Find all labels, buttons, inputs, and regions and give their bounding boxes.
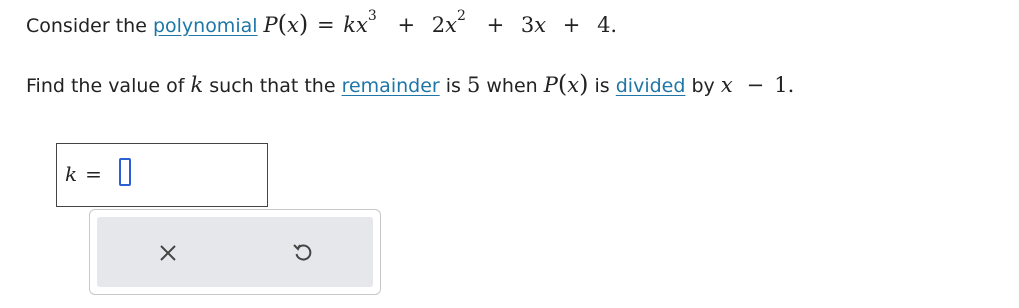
glossary-link-divided[interactable]: divided <box>616 75 686 97</box>
question-text: Find the value of <box>26 75 191 97</box>
answer-input-box[interactable]: k = <box>56 143 268 207</box>
divisor-expression: x −1. <box>720 73 795 97</box>
clear-button[interactable] <box>148 235 188 271</box>
polynomial-ref: P(x) <box>543 70 589 98</box>
question-text: when <box>480 75 544 97</box>
polynomial-expression: P(x) = kx3 + 2x2 + 3x + 4. <box>263 8 618 38</box>
undo-icon <box>293 244 312 261</box>
glossary-link-polynomial[interactable]: polynomial <box>153 15 258 37</box>
x-icon <box>160 245 176 261</box>
question-text: is <box>439 75 467 97</box>
answer-toolbar <box>89 209 381 295</box>
question-text: by <box>685 75 721 97</box>
question-text: such that the <box>203 75 342 97</box>
question-line-2: Find the value of k such that the remain… <box>26 70 794 98</box>
undo-button[interactable] <box>283 235 323 271</box>
value-five: 5 <box>466 73 481 97</box>
answer-field[interactable] <box>119 158 131 186</box>
toolbar-panel <box>97 217 373 287</box>
question-line-1: Consider the polynomial P(x) = kx3 + 2x2… <box>26 8 618 38</box>
var-k: k <box>190 73 204 97</box>
answer-label: k = <box>65 162 102 186</box>
glossary-link-remainder[interactable]: remainder <box>342 75 440 97</box>
question-text: Consider the <box>26 15 153 37</box>
question-text: is <box>588 75 616 97</box>
